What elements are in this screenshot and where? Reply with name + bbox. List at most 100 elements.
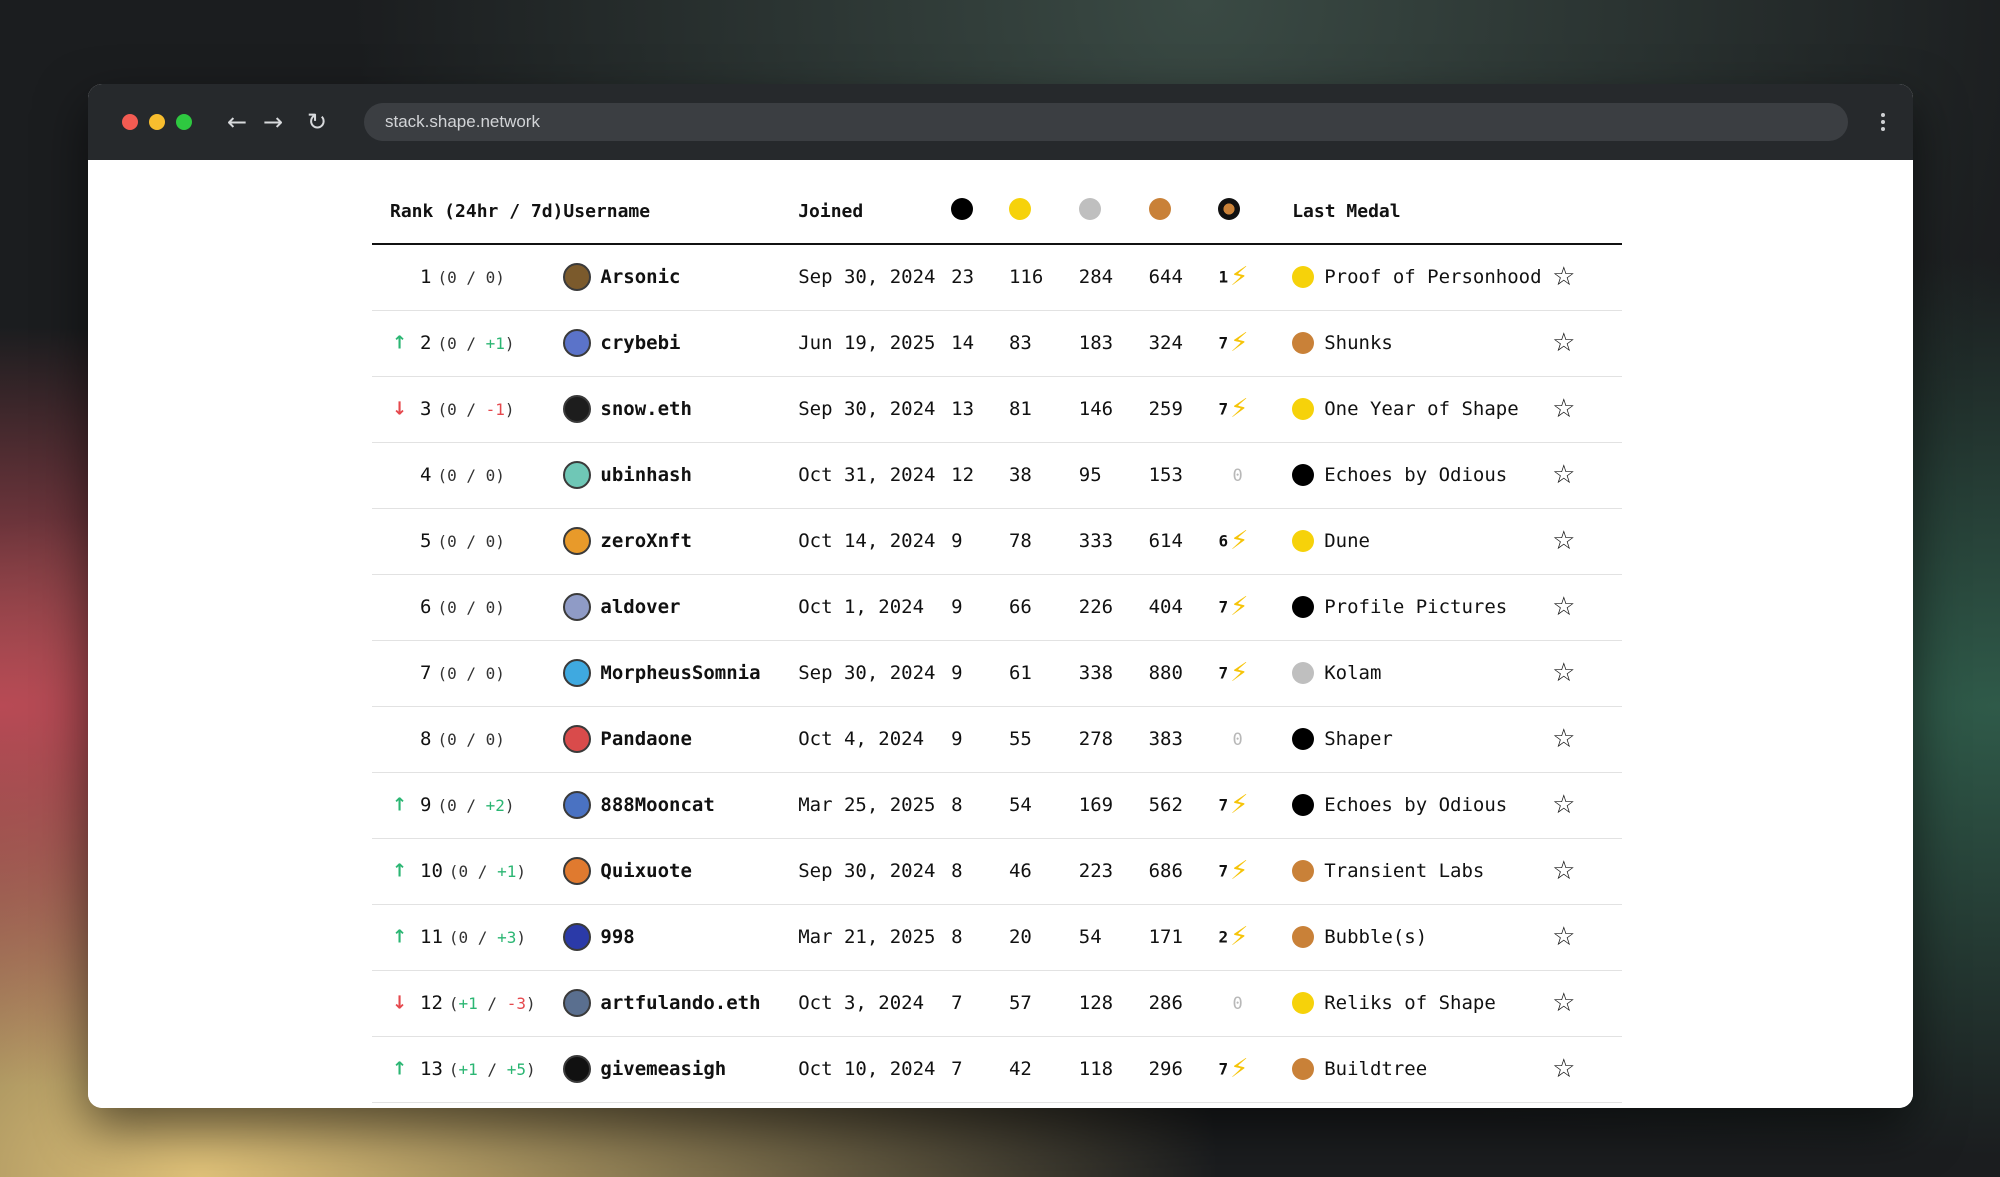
gold-medal-count: 57 — [1008, 970, 1079, 1037]
avatar — [563, 923, 592, 951]
username-link[interactable]: 888Mooncat — [600, 794, 714, 816]
favorite-cell: ☆ — [1552, 244, 1622, 311]
medal-icon — [1292, 530, 1315, 552]
star-icon[interactable]: ☆ — [1552, 988, 1575, 1018]
username-link[interactable]: aldover — [600, 596, 680, 618]
black-medal-count: 9 — [951, 640, 1009, 707]
last-medal-cell: Profile Pictures — [1292, 574, 1553, 641]
username-link[interactable]: Pandaone — [600, 728, 692, 750]
table-row[interactable]: ↓ 12 (+1 / -3) artfulando.eth Oct 3, 2024 7 57… — [372, 970, 1622, 1037]
username-link[interactable]: ubinhash — [600, 464, 692, 486]
rank-delta-24h: 0 — [458, 862, 469, 881]
last-medal-name: Buildtree — [1324, 1058, 1428, 1080]
star-icon[interactable]: ☆ — [1552, 724, 1575, 754]
rank-delta-7d: 0 — [485, 532, 496, 551]
bronze-medal-count: 404 — [1148, 574, 1219, 641]
star-icon[interactable]: ☆ — [1552, 922, 1575, 952]
star-icon[interactable]: ☆ — [1552, 790, 1575, 820]
rank-number: 2 — [420, 332, 432, 354]
rank-delta: (0 / 0) — [437, 466, 505, 485]
gold-medal-count: 42 — [1008, 1036, 1079, 1103]
minimize-window-button[interactable] — [149, 114, 165, 130]
username-link[interactable]: Arsonic — [600, 266, 680, 288]
silver-medal-count: 128 — [1078, 970, 1149, 1037]
star-icon[interactable]: ☆ — [1552, 658, 1575, 688]
black-medal-column-header — [951, 180, 1009, 245]
last-medal-name: Profile Pictures — [1324, 596, 1508, 618]
joined-date: Oct 4, 2024 — [798, 706, 952, 773]
table-row[interactable]: ↑ 9 (0 / +2) 888Mooncat Mar 25, 2025 8 54 169 56… — [372, 772, 1622, 839]
table-row[interactable]: 5 (0 / 0) zeroXnft Oct 14, 2024 9 78 333 614 6⚡ D… — [372, 508, 1622, 575]
address-bar[interactable]: stack.shape.network — [364, 103, 1848, 141]
username-cell: snow.eth — [563, 376, 799, 443]
star-icon[interactable]: ☆ — [1552, 856, 1575, 886]
username-cell: Pandaone — [563, 706, 799, 773]
reload-icon[interactable]: ↻ — [302, 106, 332, 138]
table-row[interactable]: 4 (0 / 0) ubinhash Oct 31, 2024 12 38 95 153 0 Ec… — [372, 442, 1622, 509]
star-icon[interactable]: ☆ — [1552, 328, 1575, 358]
rank-delta: (+1 / -3) — [448, 994, 536, 1013]
rank-delta: (0 / +3) — [448, 928, 526, 947]
table-row[interactable]: ↑ 11 (0 / +3) 998 Mar 21, 2025 8 20 54 171 2⚡ Bubb… — [372, 904, 1622, 971]
table-row[interactable]: 6 (0 / 0) aldover Oct 1, 2024 9 66 226 404 7⚡ Pro… — [372, 574, 1622, 641]
star-icon[interactable]: ☆ — [1552, 592, 1575, 622]
joined-date: Sep 30, 2024 — [798, 376, 952, 443]
username-link[interactable]: givemeasigh — [600, 1058, 726, 1080]
streak-count: 7 — [1218, 399, 1229, 419]
medal-icon — [1292, 992, 1315, 1014]
table-row[interactable]: 1 (0 / 0) Arsonic Sep 30, 2024 23 116 284 644 1⚡… — [372, 244, 1622, 311]
lightning-icon: ⚡ — [1230, 262, 1249, 293]
maximize-window-button[interactable] — [176, 114, 192, 130]
close-window-button[interactable] — [122, 114, 138, 130]
star-icon[interactable]: ☆ — [1552, 262, 1575, 292]
rank-delta-24h: 0 — [447, 796, 457, 815]
star-icon[interactable]: ☆ — [1552, 1054, 1575, 1084]
username-link[interactable]: zeroXnft — [600, 530, 692, 552]
rank-cell: ↓ 12 (+1 / -3) — [372, 970, 564, 1037]
rank-delta: (0 / 0) — [437, 268, 505, 288]
rank-up-arrow-icon: ↑ — [392, 926, 408, 948]
star-icon[interactable]: ☆ — [1552, 526, 1575, 556]
table-row[interactable]: ↑ 2 (0 / +1) crybebi Jun 19, 2025 14 83 183 324 7… — [372, 310, 1622, 377]
username-link[interactable]: artfulando.eth — [600, 992, 760, 1014]
last-medal-name: Echoes by Odious — [1324, 464, 1508, 486]
username-cell: 998 — [563, 904, 799, 971]
kebab-menu-icon[interactable] — [1879, 110, 1887, 134]
avatar — [563, 329, 592, 357]
silver-medal-count: 284 — [1078, 244, 1149, 311]
forward-arrow-icon[interactable]: → — [258, 106, 288, 138]
table-row[interactable]: 7 (0 / 0) MorpheusSomnia Sep 30, 2024 9 61 338… — [372, 640, 1622, 707]
star-icon[interactable]: ☆ — [1552, 394, 1575, 424]
rank-delta-7d: +5 — [506, 1060, 526, 1079]
rank-up-arrow-icon: ↑ — [392, 1058, 408, 1080]
table-row[interactable]: ↑ 13 (+1 / +5) givemeasigh Oct 10, 2024 7 42 11… — [372, 1036, 1622, 1103]
star-icon[interactable]: ☆ — [1552, 460, 1575, 490]
bronze-medal-count: 286 — [1148, 970, 1219, 1037]
username-link[interactable]: crybebi — [600, 332, 680, 354]
username-link[interactable]: Quixuote — [600, 860, 692, 882]
favorite-cell: ☆ — [1552, 838, 1622, 905]
table-row[interactable]: 8 (0 / 0) Pandaone Oct 4, 2024 9 55 278 383 0 Sha… — [372, 706, 1622, 773]
favorite-cell: ☆ — [1552, 640, 1622, 707]
username-cell: crybebi — [563, 310, 799, 377]
silver-medal-icon — [1078, 198, 1101, 220]
medal-icon — [1292, 860, 1315, 882]
username-link[interactable]: MorpheusSomnia — [600, 662, 760, 684]
rank-delta-24h: 0 — [447, 730, 457, 749]
table-row[interactable]: ↓ 3 (0 / -1) snow.eth Sep 30, 2024 13 81 146 259… — [372, 376, 1622, 443]
last-medal-cell: Proof of Personhood — [1292, 244, 1553, 311]
table-row[interactable]: ↑ 10 (0 / +1) Quixuote Sep 30, 2024 8 46 223 686… — [372, 838, 1622, 905]
rank-up-arrow-icon: ↑ — [392, 332, 408, 354]
username-link[interactable]: snow.eth — [600, 398, 692, 420]
back-arrow-icon[interactable]: ← — [222, 106, 252, 138]
avatar — [563, 1055, 592, 1083]
silver-medal-count: 333 — [1078, 508, 1149, 575]
username-link[interactable]: 998 — [600, 926, 634, 948]
black-medal-count: 7 — [951, 970, 1009, 1037]
bronze-medal-count: 153 — [1148, 442, 1219, 509]
streak-count: 7 — [1218, 861, 1229, 881]
streak-cell: 7⚡ — [1218, 376, 1293, 443]
last-medal-cell: Bubble(s) — [1292, 904, 1553, 971]
rank-cell: ↓ 3 (0 / -1) — [372, 376, 564, 443]
favorite-cell: ☆ — [1552, 904, 1622, 971]
